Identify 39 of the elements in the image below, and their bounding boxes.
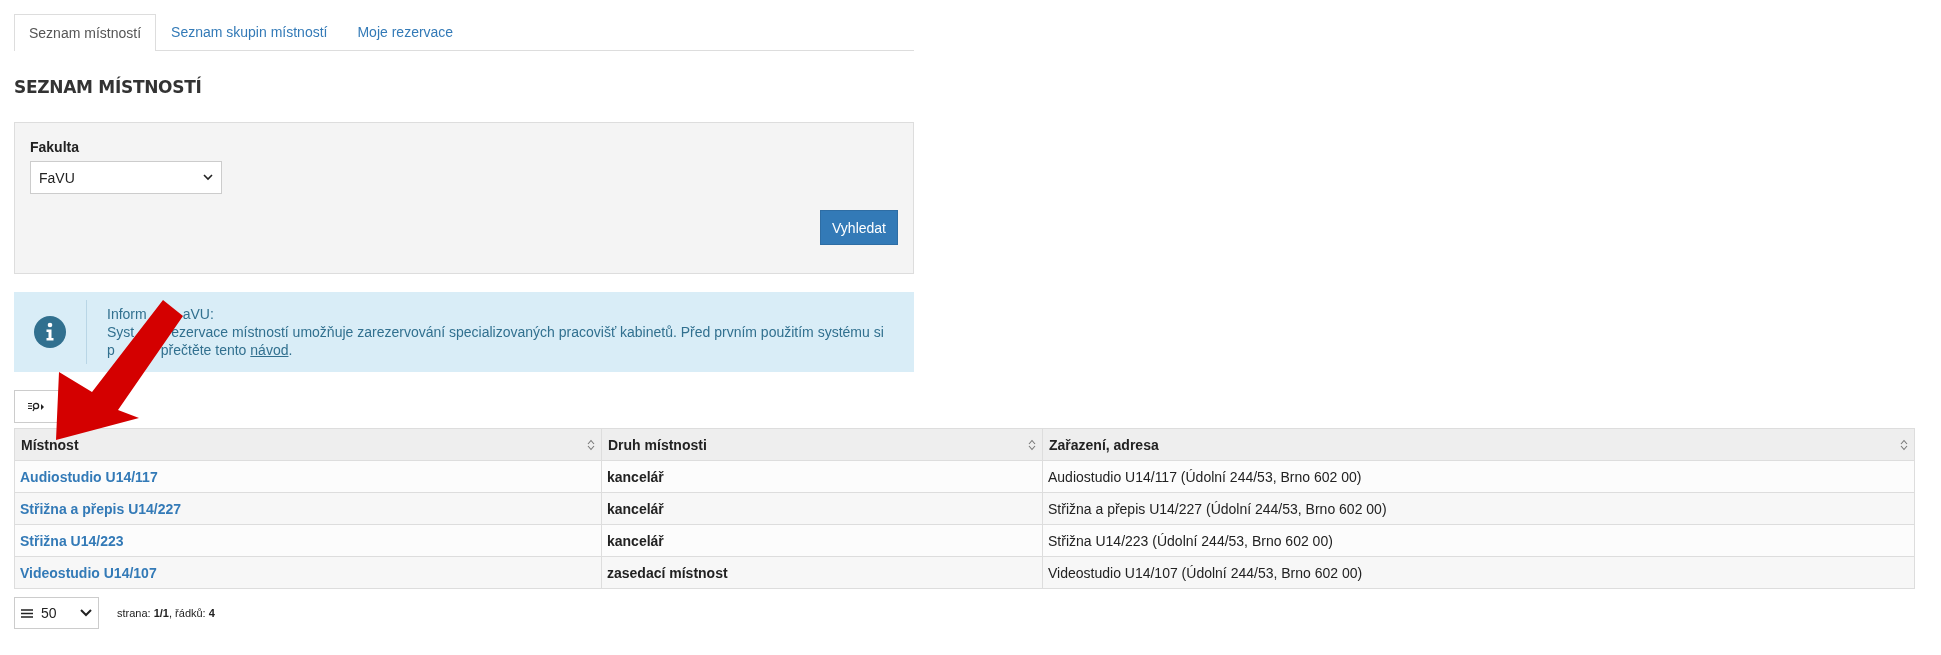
column-header[interactable]: Místnost (21, 436, 79, 453)
field-label: Fakulta (30, 139, 79, 155)
column-header[interactable]: Zařazení, adresa (1049, 436, 1159, 453)
filter-toggle-button[interactable] (14, 390, 59, 423)
room-link[interactable]: Audiostudio U14/117 (20, 468, 158, 485)
chevron-icon (80, 609, 92, 617)
page-heading: SEZNAM MÍSTNOSTÍ (14, 77, 203, 97)
chevron-icon (203, 174, 213, 181)
sort-icon (1900, 438, 1908, 451)
column-header[interactable]: Druh místnosti (608, 436, 707, 453)
info-text: Syst (107, 323, 135, 341)
table-cell: kancelář (607, 532, 664, 549)
page-size-select[interactable]: 50 (14, 597, 99, 629)
tab[interactable]: Seznam skupin místností (156, 14, 343, 50)
tab[interactable]: Moje rezervace (342, 14, 469, 50)
tab[interactable]: Seznam místností (14, 14, 157, 51)
search-list-icon (28, 401, 45, 412)
table-cell: zasedací místnost (607, 564, 728, 581)
info-icon (34, 316, 66, 348)
info-text: aVU: (182, 305, 214, 323)
sort-icon (1028, 438, 1036, 451)
page-summary: strana: 1/1, řádků: 4 (117, 607, 215, 619)
sort-icon (587, 438, 595, 451)
search-button[interactable]: Vyhledat (820, 210, 898, 245)
faculty-select[interactable]: FaVU (30, 161, 222, 194)
table-cell: Střižna U14/223 (Údolní 244/53, Brno 602 00) (1048, 532, 1333, 549)
info-text: přečtěte tento návod. (160, 341, 293, 359)
table-cell: kancelář (607, 500, 664, 517)
table-cell: Audiostudio U14/117 (Údolní 244/53, Brno 602 00) (1048, 468, 1362, 485)
info-text: Inform (107, 305, 147, 323)
room-link[interactable]: Videostudio U14/107 (20, 564, 157, 581)
table-cell: kancelář (607, 468, 664, 485)
room-link[interactable]: Střižna U14/223 (20, 532, 124, 549)
list-icon (21, 608, 33, 618)
info-text: ezervace místností umožňuje zarezervování specializovaných pracovišť kabinetů. Před prvním použitím systému si (171, 323, 884, 341)
table-cell: Videostudio U14/107 (Údolní 244/53, Brno 602 00) (1048, 564, 1363, 581)
table-cell: Střižna a přepis U14/227 (Údolní 244/53, Brno 602 00) (1048, 500, 1387, 517)
room-link[interactable]: Střižna a přepis U14/227 (20, 500, 182, 517)
info-text: p (107, 341, 115, 359)
